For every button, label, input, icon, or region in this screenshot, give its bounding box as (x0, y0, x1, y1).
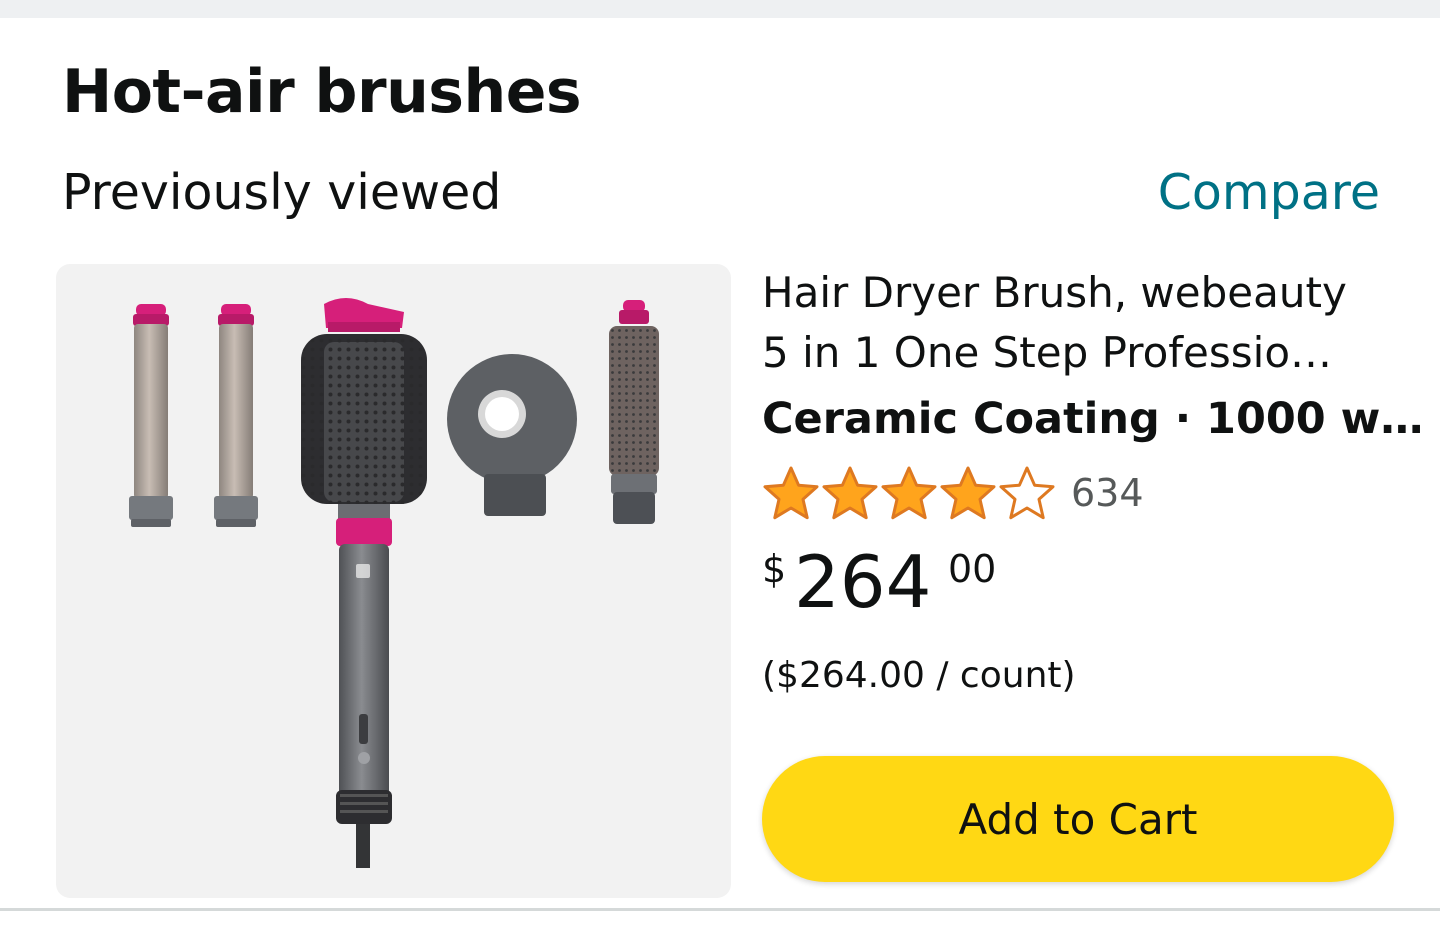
product-attributes: Ceramic Coating · 1000 w… (762, 394, 1424, 444)
compare-link[interactable]: Compare (1158, 164, 1380, 223)
price-whole: 264 (794, 540, 932, 624)
star-filled-icon (822, 466, 878, 520)
star-rating (762, 465, 1057, 521)
previously-viewed-label: Previously viewed (62, 164, 502, 221)
star-filled-icon (763, 466, 819, 520)
product-image[interactable] (56, 264, 731, 898)
star-filled-icon (881, 466, 937, 520)
add-to-cart-button[interactable]: Add to Cart (762, 756, 1394, 882)
product-card: Hot-air brushes Previously viewed Compar… (0, 18, 1440, 910)
product-title-line-1[interactable]: Hair Dryer Brush, webeauty (762, 268, 1347, 318)
hot-air-brush-set-image (129, 298, 659, 868)
page-background (0, 911, 1440, 926)
price-fraction: 00 (948, 547, 997, 591)
price-symbol: $ (762, 547, 787, 591)
star-empty-icon (999, 466, 1055, 520)
star-filled-icon (940, 466, 996, 520)
section-title: Hot-air brushes (62, 57, 582, 127)
product-title-line-2[interactable]: 5 in 1 One Step Professio… (762, 328, 1332, 378)
review-count: 634 (1071, 471, 1144, 515)
unit-price: ($264.00 / count) (762, 655, 1076, 696)
rating[interactable]: 634 (762, 464, 1144, 522)
